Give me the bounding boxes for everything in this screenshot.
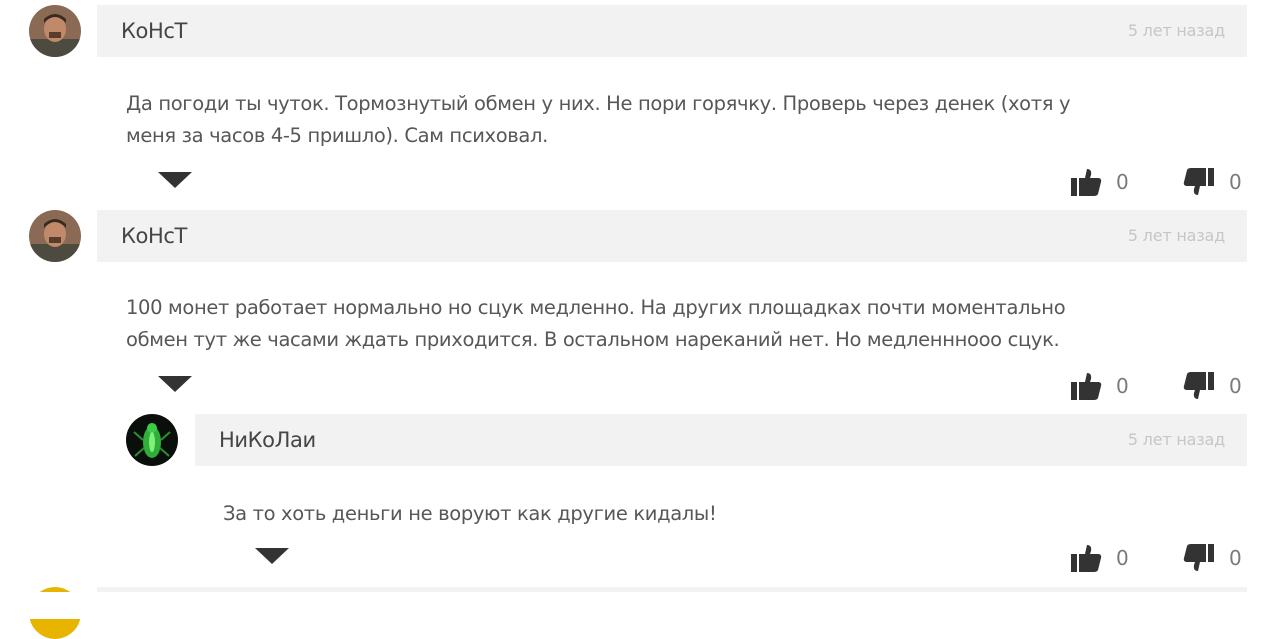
comment-text-line: обмен тут же часами ждать приходится. В …: [126, 328, 1060, 351]
avatar[interactable]: [29, 5, 81, 57]
page-cut-white: [0, 592, 1274, 619]
thumbs-up-icon: [1071, 169, 1102, 196]
comment-time: 5 лет назад: [1127, 430, 1225, 449]
dislike-button[interactable]: 0: [1183, 371, 1242, 401]
comment-header: НиКоЛаи 5 лет назад: [195, 414, 1247, 466]
comment-text-line: 100 монет работает нормально но сцук мед…: [126, 296, 1066, 319]
like-count: 0: [1116, 374, 1129, 398]
caret-down-icon[interactable]: [255, 548, 289, 564]
comment-text-line: За то хоть деньги не воруют как другие к…: [223, 502, 717, 525]
comment-header: КоНсТ 5 лет назад: [97, 210, 1247, 262]
comment-time: 5 лет назад: [1127, 21, 1225, 40]
dislike-count: 0: [1229, 170, 1242, 194]
dislike-button[interactable]: 0: [1183, 167, 1242, 197]
like-button[interactable]: 0: [1070, 543, 1129, 573]
comment-text-line: меня за часов 4-5 пришло). Сам психовал.: [126, 124, 548, 147]
avatar[interactable]: [126, 414, 178, 466]
comment-header: КоНсТ 5 лет назад: [97, 5, 1247, 57]
thumbs-down-icon: [1183, 372, 1214, 399]
thumbs-down-icon: [1183, 168, 1214, 195]
thumbs-up-icon: [1071, 545, 1102, 572]
like-count: 0: [1116, 546, 1129, 570]
comment-time: 5 лет назад: [1127, 226, 1225, 245]
comment-text-line: Да погоди ты чуток. Тормознутый обмен у …: [126, 92, 1071, 115]
caret-down-icon[interactable]: [158, 376, 192, 392]
dislike-button[interactable]: 0: [1183, 543, 1242, 573]
comment-author[interactable]: КоНсТ: [121, 210, 187, 262]
comment-author[interactable]: НиКоЛаи: [219, 414, 316, 466]
comment-author[interactable]: КоНсТ: [121, 5, 187, 57]
avatar[interactable]: [29, 210, 81, 262]
caret-down-icon[interactable]: [158, 172, 192, 188]
like-count: 0: [1116, 170, 1129, 194]
dislike-count: 0: [1229, 546, 1242, 570]
like-button[interactable]: 0: [1070, 371, 1129, 401]
thumbs-up-icon: [1071, 373, 1102, 400]
dislike-count: 0: [1229, 374, 1242, 398]
like-button[interactable]: 0: [1070, 167, 1129, 197]
thumbs-down-icon: [1183, 544, 1214, 571]
